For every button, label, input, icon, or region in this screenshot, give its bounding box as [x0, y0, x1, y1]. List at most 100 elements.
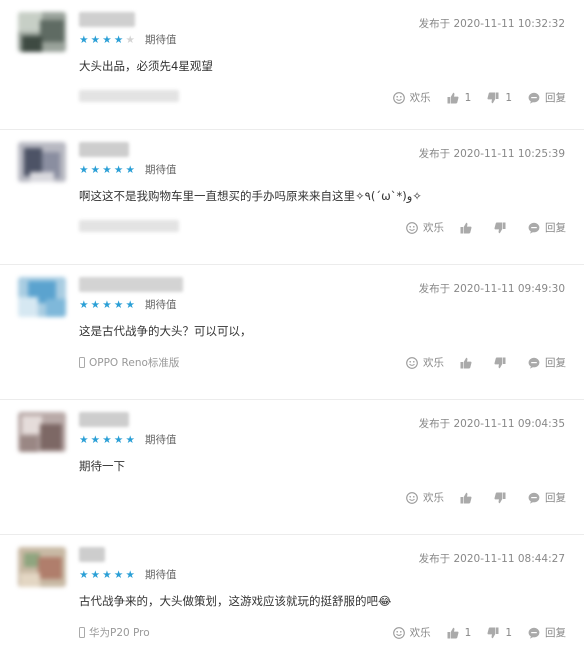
rating-label: 期待值	[144, 164, 177, 176]
rating-label: 期待值	[144, 569, 177, 581]
thumbs-up-icon	[460, 492, 472, 503]
smile-icon	[392, 626, 405, 639]
post-date: 发布于 2020-11-11 10:25:39	[418, 148, 565, 160]
device-info-blurred	[79, 90, 179, 102]
user-avatar[interactable]	[18, 12, 66, 52]
star-icon: ★	[102, 434, 112, 446]
like-button[interactable]	[460, 357, 478, 369]
like-button[interactable]: 1	[447, 626, 472, 639]
review-actions: 欢乐 1 1 回复	[377, 90, 566, 105]
review-item: ★ ★ ★ ★ ★ 期待值 发布于 2020-11-11 09:49:30 这是…	[0, 265, 584, 400]
like-button[interactable]	[460, 492, 478, 504]
dislike-button[interactable]: 1	[487, 92, 512, 104]
thumbs-up-icon	[460, 357, 472, 368]
post-date: 发布于 2020-11-11 09:49:30	[418, 283, 565, 295]
user-avatar[interactable]	[18, 142, 66, 182]
user-avatar[interactable]	[18, 412, 66, 452]
username[interactable]	[79, 412, 129, 427]
dislike-count: 1	[505, 626, 512, 639]
thumbs-up-icon	[460, 222, 472, 233]
star-icon: ★	[113, 34, 124, 46]
device-info-blurred	[79, 220, 179, 232]
thumbs-down-icon	[494, 222, 506, 233]
like-button[interactable]: 1	[447, 92, 471, 104]
star-icon: ★	[90, 34, 101, 46]
review-content: 期待一下	[79, 459, 125, 473]
fun-label: 欢乐	[423, 222, 444, 234]
star-icon: ★	[102, 164, 112, 176]
username[interactable]	[79, 547, 105, 562]
thumbs-down-icon	[494, 492, 506, 503]
fun-label: 欢乐	[423, 357, 444, 369]
like-button[interactable]	[460, 222, 478, 234]
device-info: OPPO Reno标准版	[79, 355, 179, 370]
star-icon: ★	[113, 164, 124, 176]
review-content: 古代战争来的，大头做策划，这游戏应该就玩的挺舒服的吧😂	[79, 594, 392, 608]
phone-icon	[79, 357, 85, 368]
like-count: 1	[464, 626, 472, 639]
star-icon: ★	[90, 164, 101, 176]
post-date: 发布于 2020-11-11 08:44:27	[418, 553, 565, 565]
user-avatar[interactable]	[18, 547, 66, 587]
review-item: ★ ★ ★ ★ ★ 期待值 发布于 2020-11-11 10:25:39 啊这…	[0, 130, 584, 265]
star-icon: ★	[79, 164, 89, 176]
review-item: ★ ★ ★ ★ ★ 期待值 发布于 2020-11-11 09:04:35 期待…	[0, 400, 584, 535]
reply-button[interactable]: 回复	[528, 220, 566, 235]
review-actions: 欢乐 回复	[390, 490, 566, 505]
smile-icon	[406, 491, 418, 504]
rating-stars: ★ ★ ★ ★ ★ 期待值	[78, 33, 176, 47]
smile-icon	[392, 91, 405, 104]
smile-icon	[406, 221, 418, 234]
fun-button[interactable]: 欢乐	[392, 90, 431, 105]
username[interactable]	[79, 277, 183, 292]
thumbs-down-icon	[487, 92, 499, 103]
fun-button[interactable]: 欢乐	[406, 355, 444, 370]
reply-label: 回复	[545, 492, 566, 504]
dislike-button[interactable]	[494, 222, 512, 234]
thumbs-down-icon	[494, 357, 506, 368]
dislike-count: 1	[505, 91, 512, 104]
device-info: 华为P20 Pro	[79, 625, 150, 640]
comment-icon	[528, 92, 540, 104]
review-content: 大头出品，必须先4星观望	[79, 59, 213, 73]
review-item: ★ ★ ★ ★ ★ 期待值 发布于 2020-11-11 10:32:32 大头…	[0, 0, 584, 130]
rating-stars: ★ ★ ★ ★ ★ 期待值	[78, 568, 176, 582]
reply-button[interactable]: 回复	[528, 490, 566, 505]
rating-label: 期待值	[144, 34, 177, 46]
review-actions: 欢乐 1 1 回复	[377, 625, 566, 640]
star-icon: ★	[113, 569, 124, 581]
username[interactable]	[79, 142, 129, 157]
dislike-button[interactable]: 1	[487, 627, 512, 639]
phone-icon	[79, 627, 85, 638]
star-icon: ★	[79, 299, 89, 311]
rating-label: 期待值	[144, 434, 177, 446]
user-avatar[interactable]	[18, 277, 66, 317]
reply-label: 回复	[545, 92, 566, 104]
username[interactable]	[79, 12, 135, 27]
dislike-button[interactable]	[494, 357, 512, 369]
review-actions: 欢乐 回复	[390, 220, 566, 235]
reply-button[interactable]: 回复	[528, 355, 566, 370]
reply-button[interactable]: 回复	[528, 625, 566, 640]
fun-label: 欢乐	[423, 492, 444, 504]
fun-button[interactable]: 欢乐	[406, 220, 444, 235]
star-icon: ★	[125, 299, 135, 311]
device-name: OPPO Reno标准版	[89, 357, 180, 369]
fun-button[interactable]: 欢乐	[406, 490, 444, 505]
fun-button[interactable]: 欢乐	[392, 625, 431, 640]
comment-icon	[528, 222, 540, 234]
star-icon: ★	[102, 34, 112, 46]
review-content: 这是古代战争的大头？可以可以，	[79, 324, 252, 338]
star-icon: ★	[113, 434, 124, 446]
device-name: 华为P20 Pro	[89, 627, 150, 639]
star-icon: ★	[79, 434, 89, 446]
star-icon: ★	[113, 299, 124, 311]
star-icon: ★	[125, 434, 135, 446]
thumbs-down-icon	[487, 627, 499, 638]
review-content: 啊这这不是我购物车里一直想买的手办吗原来来自这里✧٩(ˊωˋ*)و✧	[79, 189, 422, 203]
dislike-button[interactable]	[494, 492, 512, 504]
star-icon: ★	[125, 164, 135, 176]
smile-icon	[406, 356, 418, 369]
star-icon: ★	[102, 299, 112, 311]
reply-button[interactable]: 回复	[528, 90, 566, 105]
